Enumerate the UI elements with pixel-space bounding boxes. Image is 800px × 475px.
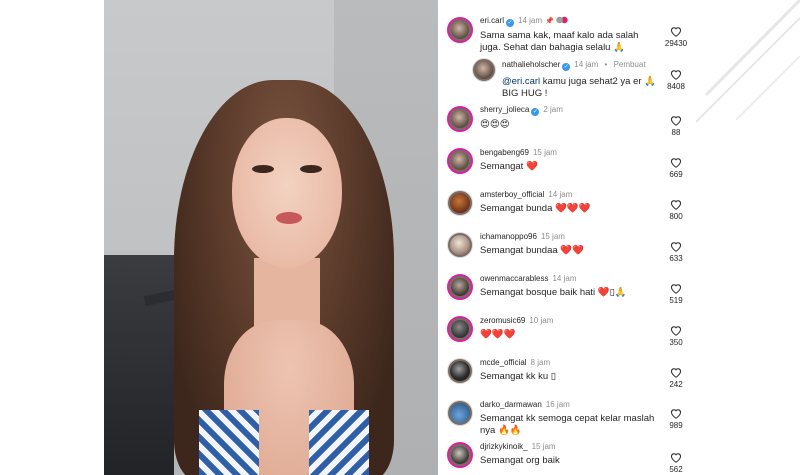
heart-outline-icon[interactable]	[670, 69, 682, 80]
like-count: 562	[669, 465, 683, 474]
heart-outline-icon[interactable]	[670, 408, 682, 419]
heart-outline-icon[interactable]	[670, 325, 682, 336]
verified-badge-icon: ✓	[506, 19, 515, 27]
like-count: 29430	[664, 39, 688, 48]
verified-badge-icon: ✓	[562, 63, 571, 71]
heart-outline-icon[interactable]	[670, 367, 682, 378]
mention-link[interactable]: @eri.carl	[502, 76, 540, 87]
avatar[interactable]	[447, 442, 473, 468]
heart-outline-icon[interactable]	[670, 199, 682, 210]
comment-text: Sama sama kak, maaf kalo ada salah juga.…	[480, 30, 639, 53]
comment-time: 14 jam	[548, 190, 573, 199]
video-player[interactable]	[104, 0, 438, 475]
avatar[interactable]	[447, 148, 473, 174]
comment-text: Semangat ❤️	[480, 161, 538, 172]
like-count: 88	[671, 128, 681, 137]
heart-outline-icon[interactable]	[670, 283, 682, 294]
comment-time: 15 jam	[532, 148, 557, 157]
comment-username[interactable]: eri.carl	[480, 16, 504, 25]
comment-text: Semangat bundaa ❤️❤️	[480, 245, 584, 256]
comment-time: 16 jam	[545, 400, 570, 409]
avatar[interactable]	[447, 190, 473, 216]
comment-username[interactable]: darko_darmawan	[480, 400, 542, 409]
comment-username[interactable]: mcde_official	[480, 358, 527, 367]
comment-text: Semangat bunda ❤️❤️❤️	[480, 203, 591, 214]
comment-username[interactable]: ichamanoppo96	[480, 232, 537, 241]
liked-by-creator-icon	[555, 16, 568, 24]
avatar[interactable]	[447, 316, 473, 342]
person-face	[232, 118, 342, 268]
comment-time: 8 jam	[530, 358, 551, 367]
like-count: 633	[669, 254, 683, 263]
avatar[interactable]	[447, 400, 473, 426]
comments-panel[interactable]: eri.carl ✓ 14 jam 📌 Sama sama kak, maaf kal…	[438, 0, 696, 475]
comment-text: 😍😍😍	[480, 119, 510, 130]
comment-username[interactable]: owenmaccarabless	[480, 274, 548, 283]
like-count: 669	[669, 170, 683, 179]
heart-outline-icon[interactable]	[670, 115, 682, 126]
comment-username[interactable]: bengabeng69	[480, 148, 529, 157]
avatar[interactable]	[447, 232, 473, 258]
heart-outline-icon[interactable]	[670, 157, 682, 168]
creator-label: Pembuat	[613, 60, 646, 69]
right-margin	[696, 0, 800, 475]
comment-text: Semangat bosque baik hati ❤️▯🙏	[480, 287, 627, 298]
comment-time: 15 jam	[531, 442, 556, 451]
like-count: 242	[669, 380, 683, 389]
comment-text: Semangat kk ku ▯	[480, 371, 556, 382]
heart-outline-icon[interactable]	[670, 26, 682, 37]
like-count: 350	[669, 338, 683, 347]
decorative-stripes	[696, 0, 800, 123]
comment-time: 14 jam	[574, 60, 599, 69]
like-count: 800	[669, 212, 683, 221]
verified-badge-icon: ✓	[531, 108, 540, 116]
comment-time: 2 jam	[543, 105, 563, 114]
left-margin	[0, 0, 104, 475]
pin-icon: 📌	[545, 18, 554, 25]
comment-username[interactable]: djrizkykinoik_	[480, 442, 528, 451]
comment-text: Semangat org baik	[480, 455, 560, 466]
avatar[interactable]	[447, 358, 473, 384]
comment-time: 15 jam	[540, 232, 565, 241]
comment-text: @eri.carl kamu juga sehat2 ya er 🙏 BIG H…	[502, 76, 657, 99]
like-count: 8408	[667, 82, 685, 91]
avatar[interactable]	[447, 17, 473, 43]
heart-outline-icon[interactable]	[670, 452, 682, 463]
comment-time: 14 jam	[518, 16, 543, 25]
treadmill	[104, 255, 174, 475]
heart-outline-icon[interactable]	[670, 241, 682, 252]
comment-username[interactable]: zeromusic69	[480, 316, 525, 325]
avatar[interactable]	[472, 58, 496, 82]
like-count: 989	[669, 421, 683, 430]
comment-time: 10 jam	[529, 316, 554, 325]
comment-text: Semangat kk semoga cepat kelar maslah ny…	[480, 413, 655, 436]
avatar[interactable]	[447, 106, 473, 132]
comment-username[interactable]: sherry_jolieca	[480, 105, 529, 114]
comment-username[interactable]: amsterboy_official	[480, 190, 544, 199]
comment-username[interactable]: nathalieholscher	[502, 60, 560, 69]
comment-time: 14 jam	[552, 274, 577, 283]
avatar[interactable]	[447, 274, 473, 300]
like-count: 519	[669, 296, 683, 305]
comment-text: ❤️❤️❤️	[480, 329, 516, 340]
